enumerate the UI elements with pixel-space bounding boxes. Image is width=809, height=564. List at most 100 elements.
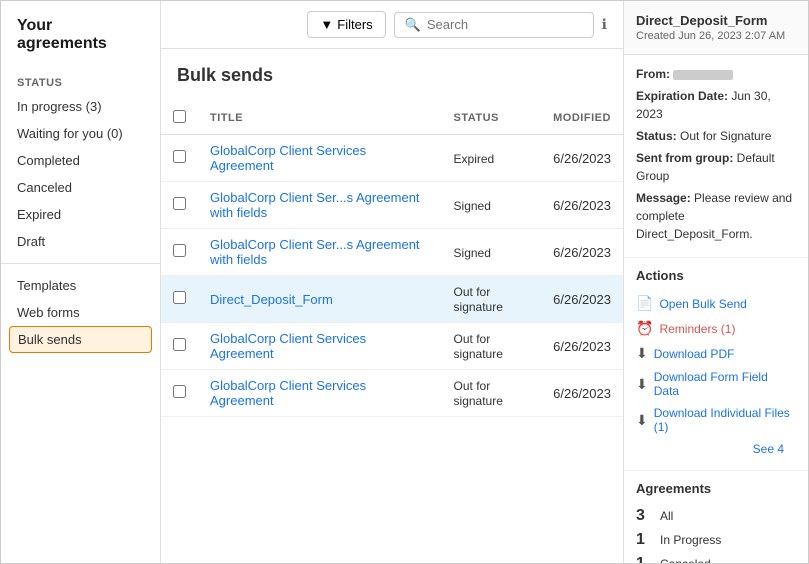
action-open-bulk-send[interactable]: 📄 Open Bulk Send <box>636 291 796 316</box>
row-title[interactable]: GlobalCorp Client Ser...s Agreement with… <box>198 182 442 229</box>
panel-doc-subtitle: Created Jun 26, 2023 2:07 AM <box>636 30 796 42</box>
app-container: Your agreements STATUS In progress (3) W… <box>0 0 809 564</box>
table-row: GlobalCorp Client Ser...s Agreement with… <box>161 182 623 229</box>
filter-button[interactable]: ▼ Filters <box>307 11 385 38</box>
panel-header: Direct_Deposit_Form Created Jun 26, 2023… <box>624 1 808 55</box>
agreement-count-in-progress: 1 <box>636 531 652 549</box>
search-input[interactable] <box>427 17 583 32</box>
row-modified: 6/26/2023 <box>541 135 623 182</box>
action-download-individual-files-label: Download Individual Files (1) <box>654 406 796 434</box>
sidebar-title: Your agreements <box>1 17 160 69</box>
agreement-count-canceled: 1 <box>636 555 652 563</box>
sidebar-item-expired[interactable]: Expired <box>1 201 160 228</box>
row-checkbox-cell <box>161 229 198 276</box>
panel-expiration-row: Expiration Date: Jun 30, 2023 <box>636 87 796 123</box>
select-all-checkbox[interactable] <box>173 110 186 123</box>
row-modified: 6/26/2023 <box>541 229 623 276</box>
sidebar-item-bulk-sends[interactable]: Bulk sends <box>9 326 152 353</box>
sidebar-item-templates[interactable]: Templates <box>1 272 160 299</box>
action-download-form-field-data[interactable]: ⬇ Download Form Field Data <box>636 366 796 402</box>
row-modified: 6/26/2023 <box>541 370 623 417</box>
sidebar-item-canceled[interactable]: Canceled <box>1 174 160 201</box>
agreement-row-canceled: 1 Canceled <box>636 552 796 563</box>
download-individual-files-icon: ⬇ <box>636 412 648 429</box>
actions-title: Actions <box>636 268 796 283</box>
actions-section: Actions 📄 Open Bulk Send ⏰ Reminders (1)… <box>624 258 808 471</box>
row-checkbox-cell <box>161 182 198 229</box>
panel-doc-title: Direct_Deposit_Form <box>636 13 796 28</box>
reminders-icon: ⏰ <box>636 320 653 337</box>
sidebar-item-waiting-for-you[interactable]: Waiting for you (0) <box>1 120 160 147</box>
info-icon[interactable]: ℹ <box>602 16 607 33</box>
table-row: GlobalCorp Client Services Agreement Exp… <box>161 135 623 182</box>
col-header-modified[interactable]: MODIFIED <box>541 102 623 135</box>
row-checkbox[interactable] <box>173 244 186 257</box>
sidebar-item-in-progress[interactable]: In progress (3) <box>1 93 160 120</box>
row-title[interactable]: GlobalCorp Client Services Agreement <box>198 135 442 182</box>
row-title[interactable]: GlobalCorp Client Ser...s Agreement with… <box>198 229 442 276</box>
row-title[interactable]: GlobalCorp Client Services Agreement <box>198 323 442 370</box>
row-modified: 6/26/2023 <box>541 323 623 370</box>
sidebar-item-draft[interactable]: Draft <box>1 228 160 255</box>
filter-icon: ▼ <box>320 17 333 32</box>
status-label: Status: <box>636 129 677 143</box>
action-download-form-field-label: Download Form Field Data <box>654 370 796 398</box>
search-icon: 🔍 <box>405 17 421 33</box>
filter-label: Filters <box>337 17 372 32</box>
row-checkbox[interactable] <box>173 291 186 304</box>
row-checkbox[interactable] <box>173 197 186 210</box>
from-label: From: <box>636 67 670 81</box>
table-row: GlobalCorp Client Services Agreement Out… <box>161 323 623 370</box>
sidebar-item-web-forms[interactable]: Web forms <box>1 299 160 326</box>
row-checkbox[interactable] <box>173 150 186 163</box>
panel-sent-from-group-row: Sent from group: Default Group <box>636 149 796 185</box>
search-box: 🔍 <box>394 12 594 38</box>
panel-details: From: Expiration Date: Jun 30, 2023 Stat… <box>624 55 808 258</box>
from-value <box>673 70 733 80</box>
agreements-title: Agreements <box>636 481 796 496</box>
agreement-label-in-progress: In Progress <box>660 533 721 547</box>
col-header-title[interactable]: TITLE <box>198 102 442 135</box>
row-title[interactable]: GlobalCorp Client Services Agreement <box>198 370 442 417</box>
agreements-section: Agreements 3 All 1 In Progress 1 Cancele… <box>624 471 808 563</box>
see-all-link[interactable]: See 4 <box>636 438 796 460</box>
col-header-status[interactable]: STATUS <box>442 102 542 135</box>
agreement-row-in-progress: 1 In Progress <box>636 528 796 552</box>
main-content: ▼ Filters 🔍 ℹ Bulk sends TITLE <box>161 1 623 563</box>
table-header-row: TITLE STATUS MODIFIED <box>161 102 623 135</box>
sidebar-item-completed[interactable]: Completed <box>1 147 160 174</box>
status-section-label: STATUS <box>1 69 160 93</box>
row-checkbox-cell <box>161 370 198 417</box>
row-checkbox-cell <box>161 135 198 182</box>
agreement-label-canceled: Canceled <box>660 557 711 563</box>
panel-status-row: Status: Out for Signature <box>636 127 796 145</box>
action-open-bulk-send-label: Open Bulk Send <box>659 297 746 311</box>
row-status: Out for signature <box>442 370 542 417</box>
download-pdf-icon: ⬇ <box>636 345 648 362</box>
sent-from-group-label: Sent from group: <box>636 151 733 165</box>
table-row: GlobalCorp Client Ser...s Agreement with… <box>161 229 623 276</box>
sidebar: Your agreements STATUS In progress (3) W… <box>1 1 161 563</box>
row-status: Signed <box>442 182 542 229</box>
row-checkbox[interactable] <box>173 385 186 398</box>
col-header-checkbox <box>161 102 198 135</box>
row-checkbox-cell <box>161 323 198 370</box>
row-status: Expired <box>442 135 542 182</box>
open-bulk-send-icon: 📄 <box>636 295 653 312</box>
row-status: Out for signature <box>442 276 542 323</box>
sidebar-divider <box>1 263 160 264</box>
row-modified: 6/26/2023 <box>541 276 623 323</box>
action-reminders-label: Reminders (1) <box>659 322 735 336</box>
action-download-individual-files[interactable]: ⬇ Download Individual Files (1) <box>636 402 796 438</box>
row-checkbox[interactable] <box>173 338 186 351</box>
row-checkbox-cell <box>161 276 198 323</box>
panel-message-row: Message: Please review and complete Dire… <box>636 189 796 243</box>
message-label: Message: <box>636 191 691 205</box>
row-modified: 6/26/2023 <box>541 182 623 229</box>
toolbar: ▼ Filters 🔍 ℹ <box>161 1 623 49</box>
action-download-pdf[interactable]: ⬇ Download PDF <box>636 341 796 366</box>
row-title[interactable]: Direct_Deposit_Form <box>198 276 442 323</box>
action-reminders[interactable]: ⏰ Reminders (1) <box>636 316 796 341</box>
table-row: Direct_Deposit_Form Out for signature 6/… <box>161 276 623 323</box>
bulk-sends-table: TITLE STATUS MODIFIED GlobalCorp Client … <box>161 102 623 417</box>
